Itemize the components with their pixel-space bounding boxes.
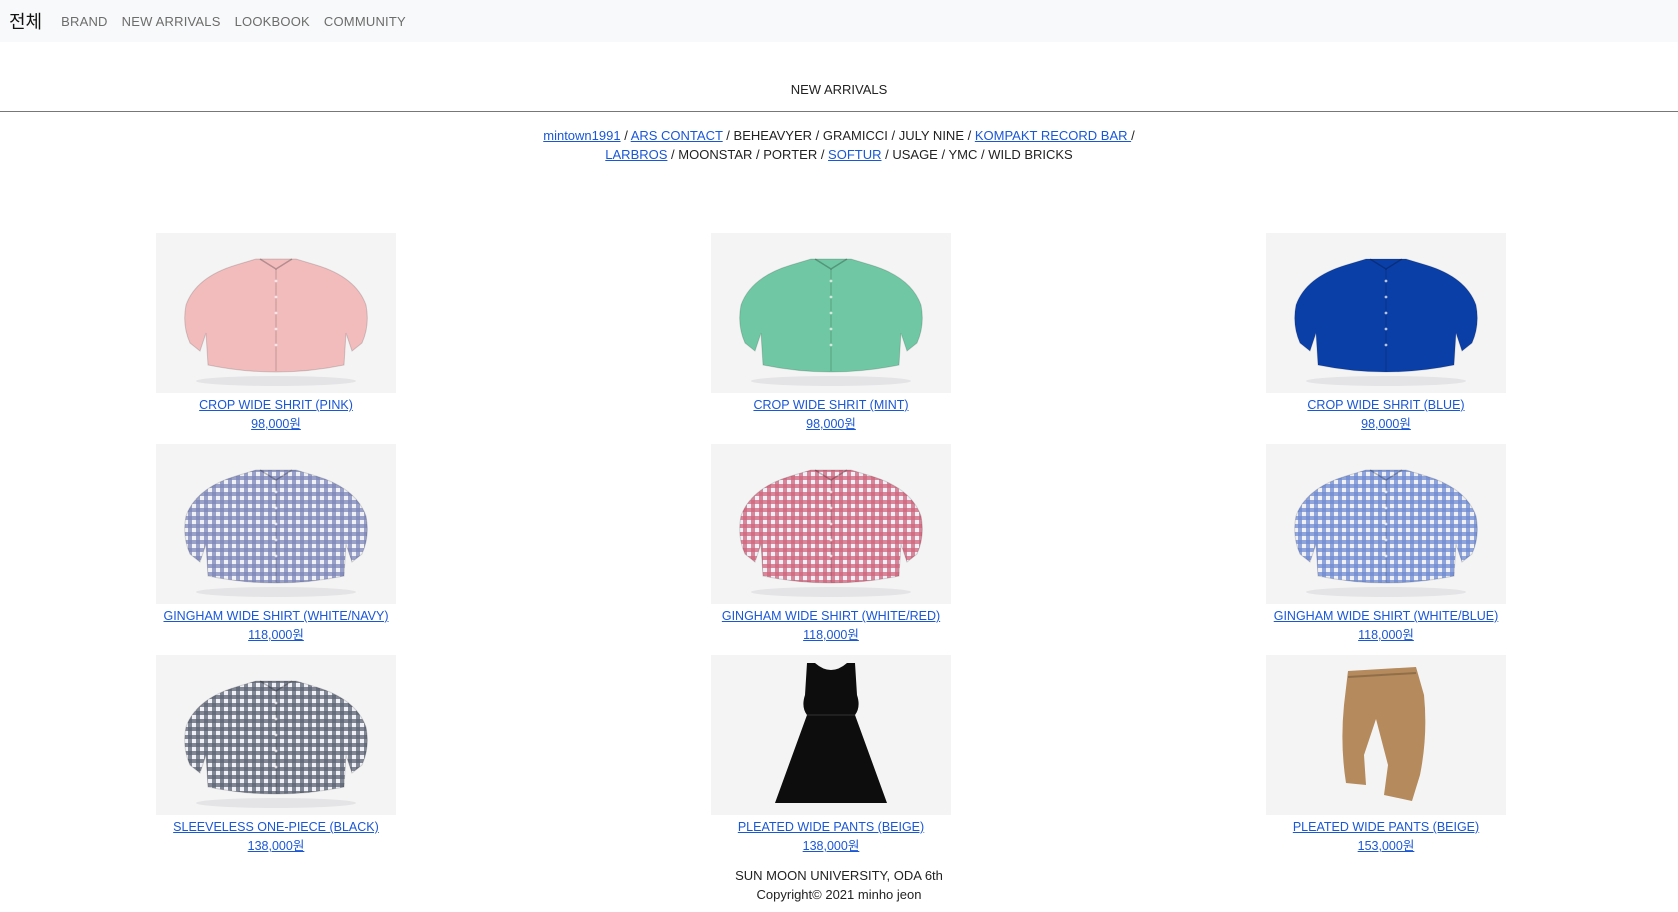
product-name-link[interactable]: GINGHAM WIDE SHIRT (WHITE/NAVY) — [156, 607, 396, 626]
product-image[interactable] — [1266, 655, 1506, 815]
brand-item: YMC — [948, 147, 978, 162]
pants-icon — [1266, 655, 1506, 815]
gingham-shirt-icon — [156, 655, 396, 815]
product-name-link[interactable]: SLEEVELESS ONE-PIECE (BLACK) — [156, 818, 396, 837]
shirt-icon — [156, 233, 396, 393]
product-image[interactable] — [711, 655, 951, 815]
product-price-link[interactable]: 98,000원 — [1266, 415, 1506, 434]
product-name-link[interactable]: CROP WIDE SHRIT (BLUE) — [1266, 396, 1506, 415]
product-name-link[interactable]: CROP WIDE SHRIT (PINK) — [156, 396, 396, 415]
product-price-link[interactable]: 98,000원 — [711, 415, 951, 434]
product-image[interactable] — [711, 233, 951, 393]
nav-link-community[interactable]: COMMUNITY — [324, 14, 406, 29]
gingham-shirt-icon — [1266, 444, 1506, 604]
product-price-link[interactable]: 98,000원 — [156, 415, 396, 434]
brand-item: WILD BRICKS — [988, 147, 1073, 162]
brand-item[interactable]: ARS CONTACT — [631, 128, 723, 143]
brand-item[interactable]: LARBROS — [605, 147, 667, 162]
product-name-link[interactable]: GINGHAM WIDE SHIRT (WHITE/RED) — [711, 607, 951, 626]
product-card: CROP WIDE SHRIT (PINK) 98,000원 — [156, 233, 396, 434]
brand-separator: / — [964, 128, 975, 143]
gingham-shirt-icon — [156, 444, 396, 604]
footer-university: SUN MOON UNIVERSITY, ODA 6th — [735, 868, 943, 883]
product-card: CROP WIDE SHRIT (MINT) 98,000원 — [711, 233, 951, 434]
product-image[interactable] — [711, 444, 951, 604]
footer-copyright: Copyright© 2021 minho jeon — [756, 887, 922, 902]
nav-home-link[interactable]: 전체 — [9, 8, 42, 34]
brand-separator: / — [620, 128, 631, 143]
brand-list-line-2: LARBROS / MOONSTAR / PORTER / SOFTUR / U… — [0, 145, 1678, 164]
product-price-link[interactable]: 118,000원 — [1266, 626, 1506, 645]
gingham-shirt-icon — [711, 444, 951, 604]
brand-separator: / — [722, 128, 734, 143]
top-navbar: 전체 BRAND NEW ARRIVALS LOOKBOOK COMMUNITY — [0, 0, 1678, 42]
brand-item: GRAMICCI — [822, 128, 888, 143]
brand-item: JULY NINE — [898, 128, 964, 143]
product-card: SLEEVELESS ONE-PIECE (BLACK) 138,000원 — [156, 655, 396, 856]
brand-separator: / — [812, 128, 823, 143]
nav-link-brand[interactable]: BRAND — [61, 14, 108, 29]
brand-separator: / — [881, 147, 893, 162]
brand-item[interactable]: KOMPAKT RECORD BAR — [975, 128, 1131, 143]
product-card: GINGHAM WIDE SHIRT (WHITE/NAVY) 118,000원 — [156, 444, 396, 645]
shirt-icon — [711, 233, 951, 393]
brand-separator: / — [667, 147, 679, 162]
product-price-link[interactable]: 118,000원 — [711, 626, 951, 645]
brand-item: BEHEAVYER — [733, 128, 813, 143]
brand-item[interactable]: mintown1991 — [543, 128, 620, 143]
product-price-link[interactable]: 118,000원 — [156, 626, 396, 645]
product-name-link[interactable]: PLEATED WIDE PANTS (BEIGE) — [1266, 818, 1506, 837]
brand-item[interactable]: SOFTUR — [828, 147, 881, 162]
brand-item: MOONSTAR — [678, 147, 753, 162]
brand-separator: / — [887, 128, 899, 143]
product-price-link[interactable]: 138,000원 — [711, 837, 951, 856]
product-card: CROP WIDE SHRIT (BLUE) 98,000원 — [1266, 233, 1506, 434]
shirt-icon — [1266, 233, 1506, 393]
product-image[interactable] — [1266, 444, 1506, 604]
product-image[interactable] — [1266, 233, 1506, 393]
product-name-link[interactable]: GINGHAM WIDE SHIRT (WHITE/BLUE) — [1266, 607, 1506, 626]
nav-link-new-arrivals[interactable]: NEW ARRIVALS — [122, 14, 221, 29]
brand-separator: / — [937, 147, 949, 162]
product-image[interactable] — [156, 233, 396, 393]
product-card: GINGHAM WIDE SHIRT (WHITE/BLUE) 118,000원 — [1266, 444, 1506, 645]
brand-list: mintown1991 / ARS CONTACT / BEHEAVYER / … — [0, 126, 1678, 164]
brand-item: USAGE — [892, 147, 938, 162]
page-title: NEW ARRIVALS — [790, 82, 888, 97]
product-image[interactable] — [156, 444, 396, 604]
product-name-link[interactable]: PLEATED WIDE PANTS (BEIGE) — [711, 818, 951, 837]
divider — [0, 111, 1678, 112]
brand-separator: / — [1131, 128, 1135, 143]
dress-icon — [711, 655, 951, 815]
brand-item: PORTER — [763, 147, 818, 162]
product-name-link[interactable]: CROP WIDE SHRIT (MINT) — [711, 396, 951, 415]
brand-list-line-1: mintown1991 / ARS CONTACT / BEHEAVYER / … — [0, 126, 1678, 145]
product-card: PLEATED WIDE PANTS (BEIGE) 153,000원 — [1266, 655, 1506, 856]
product-price-link[interactable]: 138,000원 — [156, 837, 396, 856]
product-card: GINGHAM WIDE SHIRT (WHITE/RED) 118,000원 — [711, 444, 951, 645]
footer: SUN MOON UNIVERSITY, ODA 6th Copyright© … — [0, 866, 1678, 904]
brand-separator: / — [817, 147, 829, 162]
brand-separator: / — [752, 147, 764, 162]
product-card: PLEATED WIDE PANTS (BEIGE) 138,000원 — [711, 655, 951, 856]
brand-separator: / — [977, 147, 989, 162]
product-image[interactable] — [156, 655, 396, 815]
product-price-link[interactable]: 153,000원 — [1266, 837, 1506, 856]
nav-link-lookbook[interactable]: LOOKBOOK — [235, 14, 310, 29]
